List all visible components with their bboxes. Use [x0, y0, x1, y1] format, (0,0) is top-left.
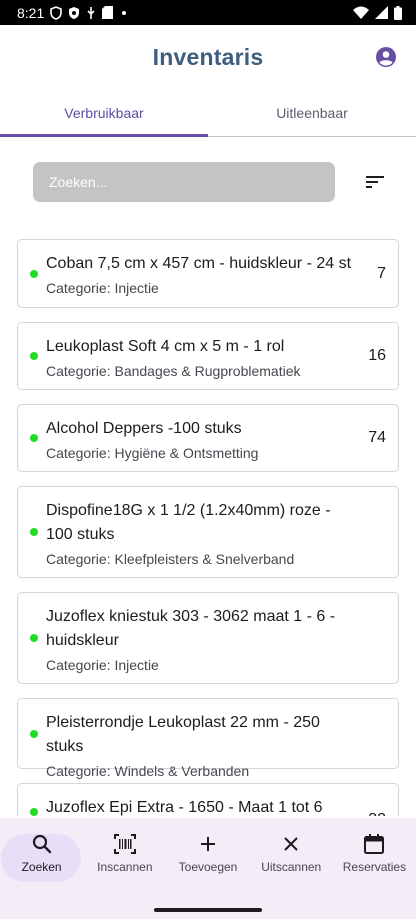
page-title: Inventaris [152, 43, 264, 70]
tab-verbruikbaar[interactable]: Verbruikbaar [0, 89, 208, 137]
nav-inscannen[interactable]: Inscannen [83, 818, 166, 888]
item-name: Alcohol Deppers -100 stuks [46, 420, 242, 437]
list-item[interactable]: Coban 7,5 cm x 457 cm - huidskleur - 24 … [17, 239, 399, 308]
item-name: Juzoflex kniestuk 303 - 3062 maat 1 - 6 … [46, 608, 336, 649]
status-dot [30, 269, 38, 278]
item-quantity: 32 [368, 811, 386, 816]
nav-toevoegen[interactable]: Toevoegen [166, 818, 249, 888]
calendar-icon [364, 834, 385, 854]
list-item[interactable]: Leukoplast Soft 4 cm x 5 m - 1 rol Categ… [17, 322, 399, 390]
search-placeholder: Zoeken... [49, 174, 108, 190]
nav-zoeken[interactable]: Zoeken [0, 818, 83, 888]
battery-icon [394, 5, 402, 20]
item-category: Categorie: Windels & Verbanden [46, 763, 250, 779]
signal-icon [375, 6, 388, 19]
vpn-icon [68, 6, 80, 20]
bottom-navigation: Zoeken Inscannen Toevoegen Uitscannen Re… [0, 818, 416, 888]
nav-uitscannen[interactable]: Uitscannen [250, 818, 333, 888]
list-item[interactable]: Juzoflex Epi Extra - 1650 - Maat 1 tot 6… [17, 783, 399, 816]
shield-icon [50, 5, 63, 20]
item-name: Dispofine18G x 1 1/2 (1.2x40mm) roze - 1… [46, 502, 331, 543]
item-category: Categorie: Kleefpleisters & Snelverband [46, 551, 295, 567]
status-dot [30, 808, 38, 816]
search-input[interactable]: Zoeken... [33, 162, 335, 202]
plus-icon [201, 837, 215, 851]
status-dot [30, 434, 38, 442]
nav-label: Reservaties [342, 860, 407, 874]
status-dot [30, 352, 38, 360]
status-dot [30, 729, 38, 738]
sd-card-icon [102, 6, 114, 19]
nav-reservaties[interactable]: Reservaties [333, 818, 416, 888]
item-name: Leukoplast Soft 4 cm x 5 m - 1 rol [46, 338, 285, 355]
item-name: Pleisterrondje Leukoplast 22 mm - 250 st… [46, 714, 320, 755]
item-name: Coban 7,5 cm x 457 cm - huidskleur - 24 … [46, 255, 352, 272]
list-item[interactable]: Juzoflex kniestuk 303 - 3062 maat 1 - 6 … [17, 592, 399, 684]
nav-label: Uitscannen [261, 860, 322, 874]
usb-icon [86, 6, 96, 20]
app-bar: Inventaris [0, 25, 416, 89]
list-item[interactable]: Pleisterrondje Leukoplast 22 mm - 250 st… [17, 698, 399, 779]
list-item[interactable]: Dispofine18G x 1 1/2 (1.2x40mm) roze - 1… [17, 486, 399, 578]
item-category: Categorie: Injectie [46, 280, 159, 296]
system-navigation-bar [0, 888, 416, 919]
status-dot [30, 528, 38, 536]
item-quantity: 74 [368, 429, 386, 446]
list-item[interactable]: Alcohol Deppers -100 stuks Categorie: Hy… [17, 404, 399, 472]
item-quantity: 7 [377, 264, 386, 282]
tab-bar: Verbruikbaar Uitleenbaar [0, 89, 416, 137]
item-name: Juzoflex Epi Extra - 1650 - Maat 1 tot 6 [46, 799, 323, 816]
item-quantity: 16 [368, 347, 386, 364]
sort-icon[interactable] [363, 170, 387, 194]
status-dot [30, 634, 38, 642]
nav-label: Zoeken [21, 860, 62, 874]
gesture-handle[interactable] [154, 908, 262, 912]
item-category: Categorie: Bandages & Rugproblematiek [46, 363, 301, 379]
status-bar: 8:21 [0, 0, 416, 25]
tab-label: Uitleenbaar [276, 104, 348, 121]
wifi-icon [353, 6, 369, 19]
item-category: Categorie: Hygiëne & Ontsmetting [46, 445, 259, 461]
search-icon [32, 834, 51, 854]
nav-label: Inscannen [97, 860, 153, 874]
tab-label: Verbruikbaar [64, 104, 144, 121]
item-category: Categorie: Injectie [46, 657, 159, 673]
status-time: 8:21 [17, 4, 45, 21]
nav-label: Toevoegen [178, 860, 238, 874]
close-icon [284, 837, 298, 851]
inventory-list: Coban 7,5 cm x 457 cm - huidskleur - 24 … [17, 239, 399, 816]
barcode-scan-icon [113, 834, 136, 854]
tab-uitleenbaar[interactable]: Uitleenbaar [208, 89, 416, 136]
account-circle-icon[interactable] [374, 45, 398, 69]
dot-icon [119, 8, 129, 18]
